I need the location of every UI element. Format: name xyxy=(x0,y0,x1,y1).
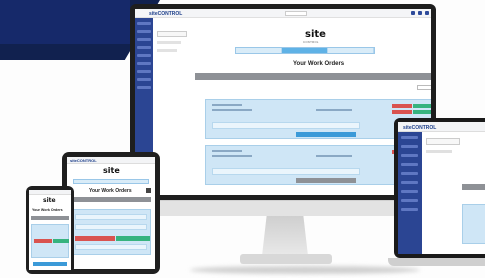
sidebar-item[interactable] xyxy=(137,38,151,41)
brand-logo: site xyxy=(43,197,56,204)
brand-subtitle: CONTROL xyxy=(303,40,319,44)
sidebar-item[interactable] xyxy=(137,30,151,33)
search-input[interactable] xyxy=(285,11,307,16)
sidebar-item[interactable] xyxy=(401,163,418,166)
action-button[interactable] xyxy=(392,110,412,114)
tab[interactable] xyxy=(236,48,282,53)
sidebar-item[interactable] xyxy=(137,86,151,89)
background-shape-dark xyxy=(0,0,130,44)
action-button[interactable] xyxy=(53,239,69,243)
tab[interactable] xyxy=(328,48,374,53)
notes-field[interactable] xyxy=(212,122,360,129)
brand-logo: site xyxy=(305,29,326,40)
menu-item[interactable] xyxy=(426,150,452,153)
menu-item[interactable] xyxy=(157,41,181,44)
sidebar-item[interactable] xyxy=(137,78,151,81)
settings-icon[interactable] xyxy=(418,11,422,15)
card-text xyxy=(212,150,242,152)
sidebar-item[interactable] xyxy=(401,190,418,193)
sidebar-item[interactable] xyxy=(137,46,151,49)
menu-item[interactable] xyxy=(157,49,177,52)
tab-active[interactable] xyxy=(282,48,328,53)
card-text xyxy=(316,109,352,111)
action-button[interactable] xyxy=(34,239,52,243)
sidebar-item[interactable] xyxy=(401,172,418,175)
sidebar-item[interactable] xyxy=(137,54,151,57)
action-button[interactable] xyxy=(413,104,431,108)
page-title: Your Work Orders xyxy=(32,208,63,212)
sidebar-item[interactable] xyxy=(137,70,151,73)
tab-bar xyxy=(235,47,375,54)
action-button[interactable] xyxy=(413,110,431,114)
sidebar-item[interactable] xyxy=(401,136,418,139)
add-icon[interactable] xyxy=(146,188,151,193)
monitor-chin xyxy=(130,200,436,216)
phone-screen: site Your Work Orders xyxy=(29,190,71,270)
desktop-screen: siteCONTROL site CONTROL Your Work Order… xyxy=(135,9,431,195)
card-row xyxy=(75,224,147,230)
floor-shadow xyxy=(190,266,420,274)
tab-bar[interactable] xyxy=(73,179,149,184)
sidebar-item[interactable] xyxy=(401,208,418,211)
page-title: Your Work Orders xyxy=(89,188,132,194)
notes-field[interactable] xyxy=(212,168,360,175)
sort-select[interactable] xyxy=(417,85,431,90)
filter-bar[interactable] xyxy=(31,216,69,220)
laptop-screen: siteCONTROL xyxy=(398,122,485,254)
sidebar-item[interactable] xyxy=(401,181,418,184)
sidebar-item[interactable] xyxy=(137,62,151,65)
work-order-card[interactable] xyxy=(71,209,151,255)
work-order-card[interactable] xyxy=(462,204,485,244)
desktop-monitor: siteCONTROL site CONTROL Your Work Order… xyxy=(130,4,436,200)
card-text xyxy=(212,109,252,111)
card-row xyxy=(75,214,147,220)
tablet-screen: siteCONTROL site Your Work Orders xyxy=(67,157,155,269)
sidebar xyxy=(398,132,422,254)
filter-bar[interactable] xyxy=(71,197,151,202)
submit-button[interactable] xyxy=(296,178,356,183)
monitor-base xyxy=(240,254,332,264)
submit-button[interactable] xyxy=(33,262,67,266)
top-bar xyxy=(29,190,71,195)
monitor-stand xyxy=(262,216,308,256)
laptop-base xyxy=(388,258,485,266)
action-button[interactable] xyxy=(75,236,115,241)
dropdown-menu[interactable] xyxy=(157,31,187,37)
card-text xyxy=(316,155,352,157)
laptop: siteCONTROL xyxy=(394,118,485,258)
tablet: siteCONTROL site Your Work Orders xyxy=(62,152,160,274)
notes-field[interactable] xyxy=(75,244,147,250)
user-menu-icon[interactable] xyxy=(425,11,429,15)
page-title: Your Work Orders xyxy=(293,61,345,67)
brand-logo: site xyxy=(103,166,120,175)
card-text xyxy=(212,104,242,106)
phone: site Your Work Orders xyxy=(26,186,74,274)
filter-bar[interactable] xyxy=(462,184,485,190)
app-logo[interactable]: siteCONTROL xyxy=(70,158,97,163)
work-order-card[interactable] xyxy=(31,224,69,258)
dropdown-menu[interactable] xyxy=(426,138,460,145)
device-mockup-scene: siteCONTROL site CONTROL Your Work Order… xyxy=(0,0,485,278)
filter-bar[interactable] xyxy=(195,73,431,80)
top-bar: siteCONTROL xyxy=(398,122,485,132)
action-button[interactable] xyxy=(392,104,412,108)
sidebar-item[interactable] xyxy=(401,199,418,202)
top-bar: siteCONTROL xyxy=(135,9,431,18)
sidebar-item[interactable] xyxy=(137,22,151,25)
notifications-icon[interactable] xyxy=(411,11,415,15)
sidebar-item[interactable] xyxy=(401,145,418,148)
top-bar: siteCONTROL xyxy=(67,157,155,164)
submit-button[interactable] xyxy=(296,132,356,137)
action-button[interactable] xyxy=(116,236,150,241)
app-logo[interactable]: siteCONTROL xyxy=(149,11,182,17)
app-logo[interactable]: siteCONTROL xyxy=(403,125,436,131)
card-text xyxy=(212,155,252,157)
sidebar-item[interactable] xyxy=(401,154,418,157)
